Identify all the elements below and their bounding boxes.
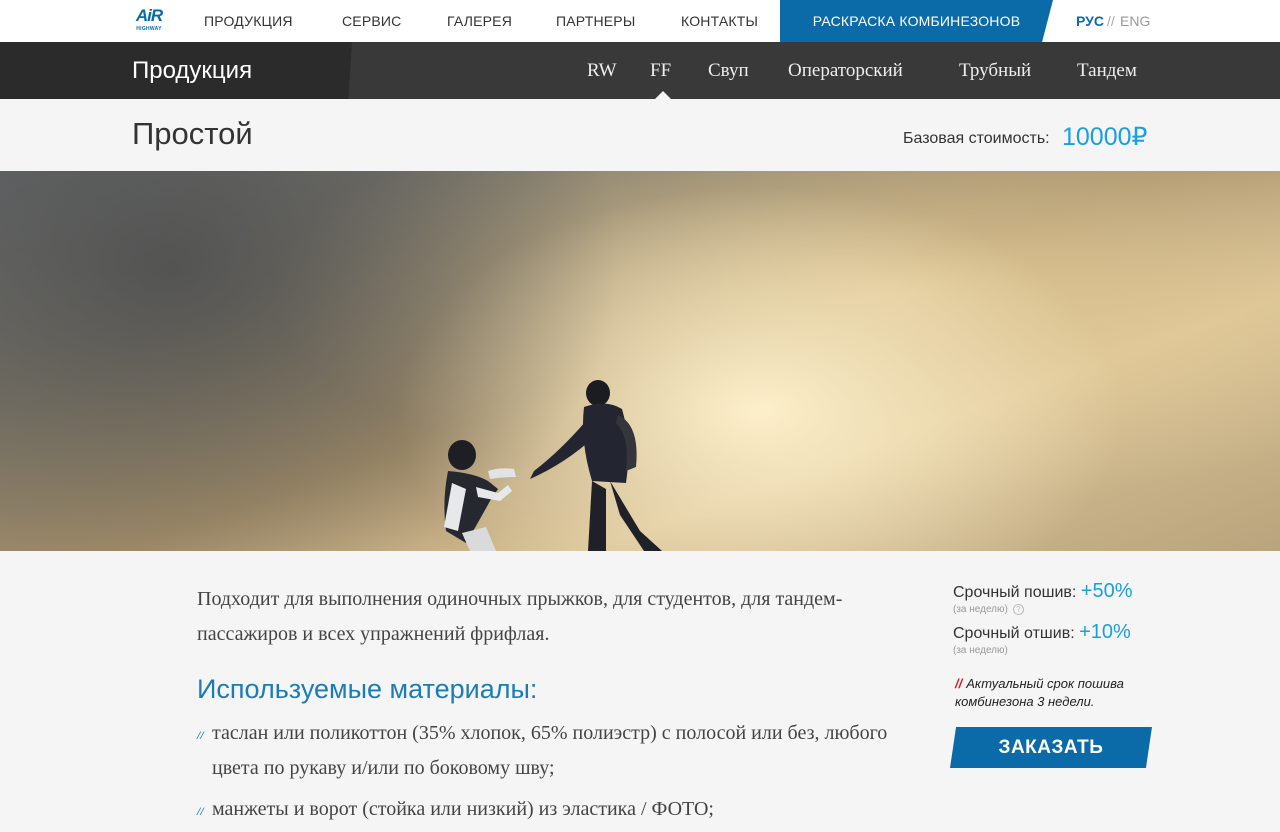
tab-camera[interactable]: Операторский [788, 42, 903, 99]
suit-painting-button[interactable]: Раскраска комбинезонов [780, 0, 1053, 42]
rush-tailor-value: +10% [1079, 621, 1131, 643]
base-price-value: 10000₽ [1062, 123, 1148, 151]
tab-tunnel[interactable]: Трубный [959, 42, 1031, 99]
materials-heading: Используемые материалы: [197, 674, 538, 704]
rush-tailor-row: Срочный отшив: +10% [953, 621, 1131, 644]
tab-rw[interactable]: RW [587, 42, 617, 99]
product-header: Простой Базовая стоимость: 10000₽ [0, 99, 1280, 171]
list-item: // таслан или поликоттон (35% хлопок, 65… [197, 716, 937, 786]
tab-swoop[interactable]: Свуп [708, 42, 749, 99]
suit-painting-label: Раскраска комбинезонов [812, 13, 1021, 29]
top-navbar: AiR HIGHWAY Продукция Сервис Галерея Пар… [0, 0, 1280, 42]
logo[interactable]: AiR HIGHWAY [132, 6, 166, 36]
production-time-notice: //Актуальный срок пошива комбинезона 3 н… [955, 675, 1155, 711]
product-title: Простой [132, 116, 253, 151]
lang-separator: // [1107, 13, 1115, 29]
list-bullet-icon: // [197, 804, 204, 818]
topnav-item-gallery[interactable]: Галерея [447, 0, 512, 42]
lang-en-link[interactable]: ENG [1120, 0, 1150, 42]
logo-subtitle: HIGHWAY [136, 26, 162, 32]
lang-ru-link[interactable]: РУС [1076, 0, 1104, 42]
topnav-item-service[interactable]: Сервис [342, 0, 402, 42]
order-button[interactable]: Заказать [950, 727, 1152, 768]
hero-image [0, 171, 1280, 551]
list-item-text: манжеты и ворот (стойка или низкий) из э… [212, 798, 714, 820]
product-navbar: Продукция RW FF Свуп Операторский Трубны… [0, 42, 1280, 99]
rush-sew-value: +50% [1080, 580, 1133, 602]
active-tab-marker [655, 91, 671, 99]
notice-slashes-icon: // [955, 676, 963, 691]
tab-tandem[interactable]: Тандем [1077, 42, 1137, 99]
rush-tailor-note: (за неделю) [953, 645, 1008, 656]
topnav-item-contacts[interactable]: Контакты [681, 0, 758, 42]
skydivers-icon [444, 380, 662, 551]
section-title: Продукция [132, 57, 253, 84]
product-description: Подходит для выполнения одиночных прыжко… [197, 588, 843, 645]
rush-sew-label: Срочный пошив: [953, 584, 1077, 601]
topnav-item-products[interactable]: Продукция [204, 0, 293, 42]
logo-word: AiR [135, 6, 163, 25]
notice-text: Актуальный срок пошива комбинезона 3 нед… [955, 676, 1124, 709]
base-price-label: Базовая стоимость: [903, 130, 1050, 147]
topnav-item-partners[interactable]: Партнеры [556, 0, 635, 42]
rush-sew-row: Срочный пошив: +50% [953, 580, 1133, 603]
order-button-label: Заказать [998, 737, 1104, 758]
list-bullet-icon: // [197, 728, 204, 742]
rush-sew-note-row: (за неделю)? [953, 604, 1024, 615]
info-icon[interactable]: ? [1012, 604, 1024, 615]
rush-tailor-label: Срочный отшив: [953, 625, 1075, 642]
list-item-text: таслан или поликоттон (35% хлопок, 65% п… [212, 722, 888, 779]
rush-sew-note: (за неделю) [953, 604, 1008, 616]
list-item: // манжеты и ворот (стойка или низкий) и… [197, 792, 937, 827]
